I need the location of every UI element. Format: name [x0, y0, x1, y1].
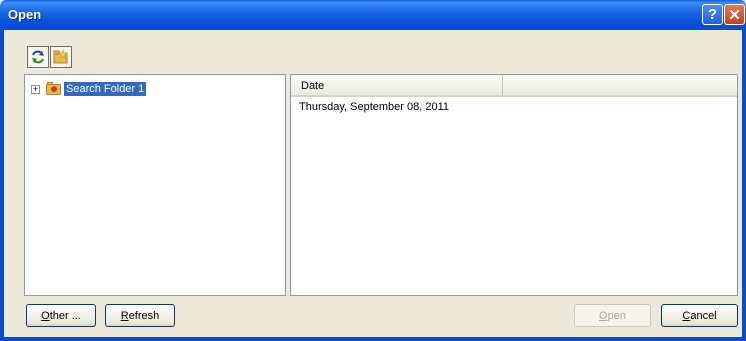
window-frame-right	[742, 30, 746, 341]
cancel-button[interactable]: Cancel	[661, 304, 738, 327]
close-icon: ✕	[728, 6, 741, 24]
window-title: Open	[8, 7, 42, 22]
open-button-mnemonic: O	[599, 309, 608, 322]
list-item[interactable]: Thursday, September 08, 2011	[299, 101, 449, 113]
item-list[interactable]: Date Thursday, September 08, 2011	[290, 74, 738, 296]
expand-icon[interactable]: +	[31, 84, 40, 94]
cancel-button-label: ancel	[690, 309, 717, 322]
other-button-mnemonic: O	[41, 309, 50, 322]
search-folder-icon	[46, 82, 62, 96]
refresh-tool-button[interactable]	[27, 46, 49, 68]
other-button[interactable]: Other ...	[26, 304, 96, 327]
open-dialog: Open ? ✕ + Search Folder 1 Date Thursday…	[0, 0, 746, 341]
column-header-date[interactable]: Date	[291, 75, 503, 95]
tree-item-label[interactable]: Search Folder 1	[64, 82, 147, 96]
new-folder-icon	[53, 49, 68, 64]
refresh-button-mnemonic: R	[120, 309, 129, 322]
other-button-label: ther ...	[49, 309, 81, 322]
new-folder-tool-button[interactable]	[50, 46, 72, 68]
list-header: Date	[291, 75, 737, 97]
open-button-label: pen	[607, 309, 626, 322]
folder-tree[interactable]: + Search Folder 1	[24, 74, 286, 296]
cancel-button-mnemonic: C	[682, 309, 691, 322]
window-frame-bottom	[0, 337, 746, 341]
refresh-icon	[32, 50, 44, 64]
refresh-button-label: efresh	[128, 309, 160, 322]
refresh-button[interactable]: Refresh	[105, 304, 175, 327]
help-button[interactable]: ?	[702, 4, 723, 25]
title-bar[interactable]: Open ? ✕	[0, 0, 746, 30]
close-button[interactable]: ✕	[724, 4, 745, 25]
tree-item-search-folder[interactable]: + Search Folder 1	[31, 81, 147, 97]
help-icon: ?	[707, 6, 718, 23]
open-button[interactable]: Open	[574, 304, 651, 327]
window-frame-left	[0, 30, 4, 341]
